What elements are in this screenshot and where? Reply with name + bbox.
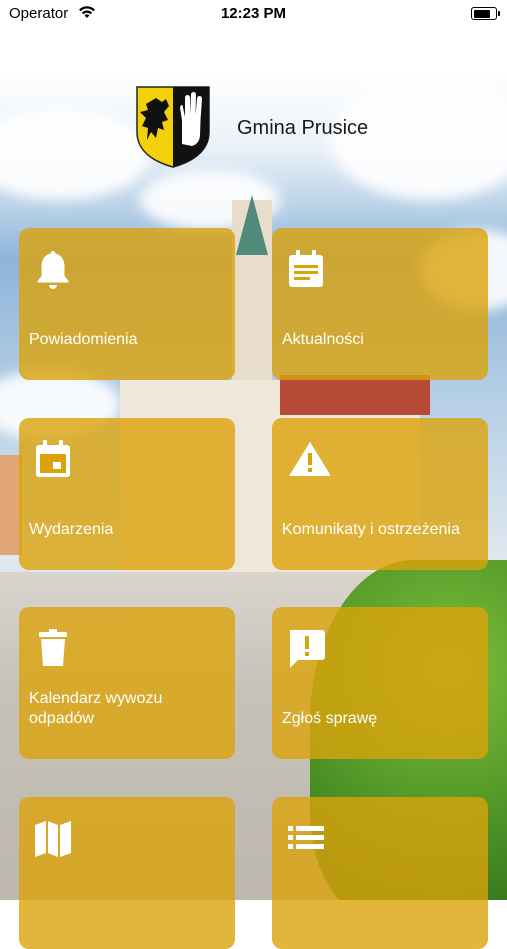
tile-label: Komunikaty i ostrzeżenia <box>282 521 460 538</box>
report-icon <box>290 630 325 668</box>
tile-map[interactable] <box>19 797 235 949</box>
warning-icon <box>289 442 330 476</box>
calendar-icon <box>36 440 70 477</box>
coat-of-arms-icon <box>136 86 210 168</box>
map-icon <box>35 821 71 857</box>
list-icon <box>288 826 324 849</box>
tile-events[interactable]: Wydarzenia <box>19 418 235 570</box>
tile-notifications[interactable]: Powiadomienia <box>19 228 235 380</box>
tile-label: Kalendarz wywozu odpadów <box>29 690 163 727</box>
tile-news[interactable]: Aktualności <box>272 228 488 380</box>
page-title: Gmina Prusice <box>237 117 369 139</box>
tile-waste-calendar[interactable]: Kalendarz wywozu odpadów <box>19 607 235 759</box>
tile-label: Powiadomienia <box>29 331 138 348</box>
clock: 12:23 PM <box>220 5 287 22</box>
tile-label: Zgłoś sprawę <box>282 710 378 727</box>
status-bar: Operator 12:23 PM <box>0 0 507 28</box>
tile-label: Wydarzenia <box>29 521 114 538</box>
tile-alerts[interactable]: Komunikaty i ostrzeżenia <box>272 418 488 570</box>
tile-list[interactable] <box>272 797 488 949</box>
bell-icon <box>37 251 69 289</box>
battery-icon <box>471 7 500 20</box>
tile-report-issue[interactable]: Zgłoś sprawę <box>272 607 488 759</box>
tile-label: Aktualności <box>282 331 364 348</box>
trash-icon <box>39 629 67 666</box>
news-icon <box>289 250 323 287</box>
